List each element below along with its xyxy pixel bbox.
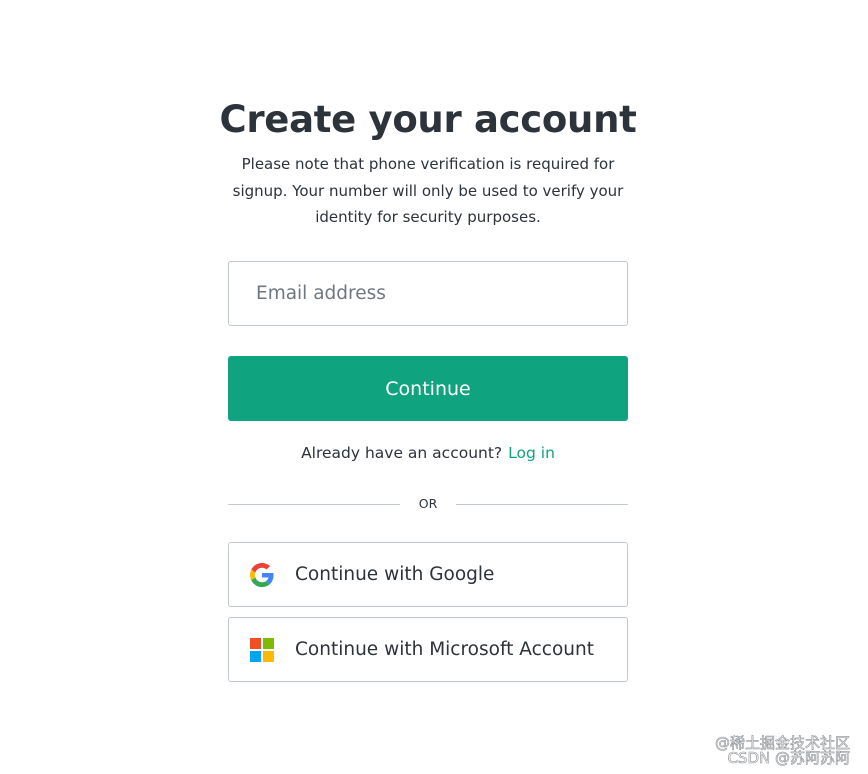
google-logo-icon (250, 563, 274, 587)
divider-line-right (456, 504, 628, 505)
divider-label: OR (418, 496, 438, 511)
watermark-csdn: CSDN @苏阿苏阿 (727, 749, 850, 768)
microsoft-logo-icon (250, 638, 274, 662)
continue-button[interactable]: Continue (228, 356, 628, 421)
login-prompt-text: Already have an account? (301, 444, 503, 462)
page-title: Create your account (219, 98, 637, 141)
divider-line-left (228, 504, 400, 505)
login-link[interactable]: Log in (508, 444, 555, 462)
google-button-label: Continue with Google (295, 564, 495, 585)
continue-with-google-button[interactable]: Continue with Google (228, 542, 628, 607)
continue-with-microsoft-button[interactable]: Continue with Microsoft Account (228, 617, 628, 682)
login-prompt: Already have an account? Log in (228, 442, 628, 464)
email-field[interactable] (228, 261, 628, 326)
microsoft-button-label: Continue with Microsoft Account (295, 639, 594, 660)
page-subtitle: Please note that phone verification is r… (232, 155, 624, 226)
